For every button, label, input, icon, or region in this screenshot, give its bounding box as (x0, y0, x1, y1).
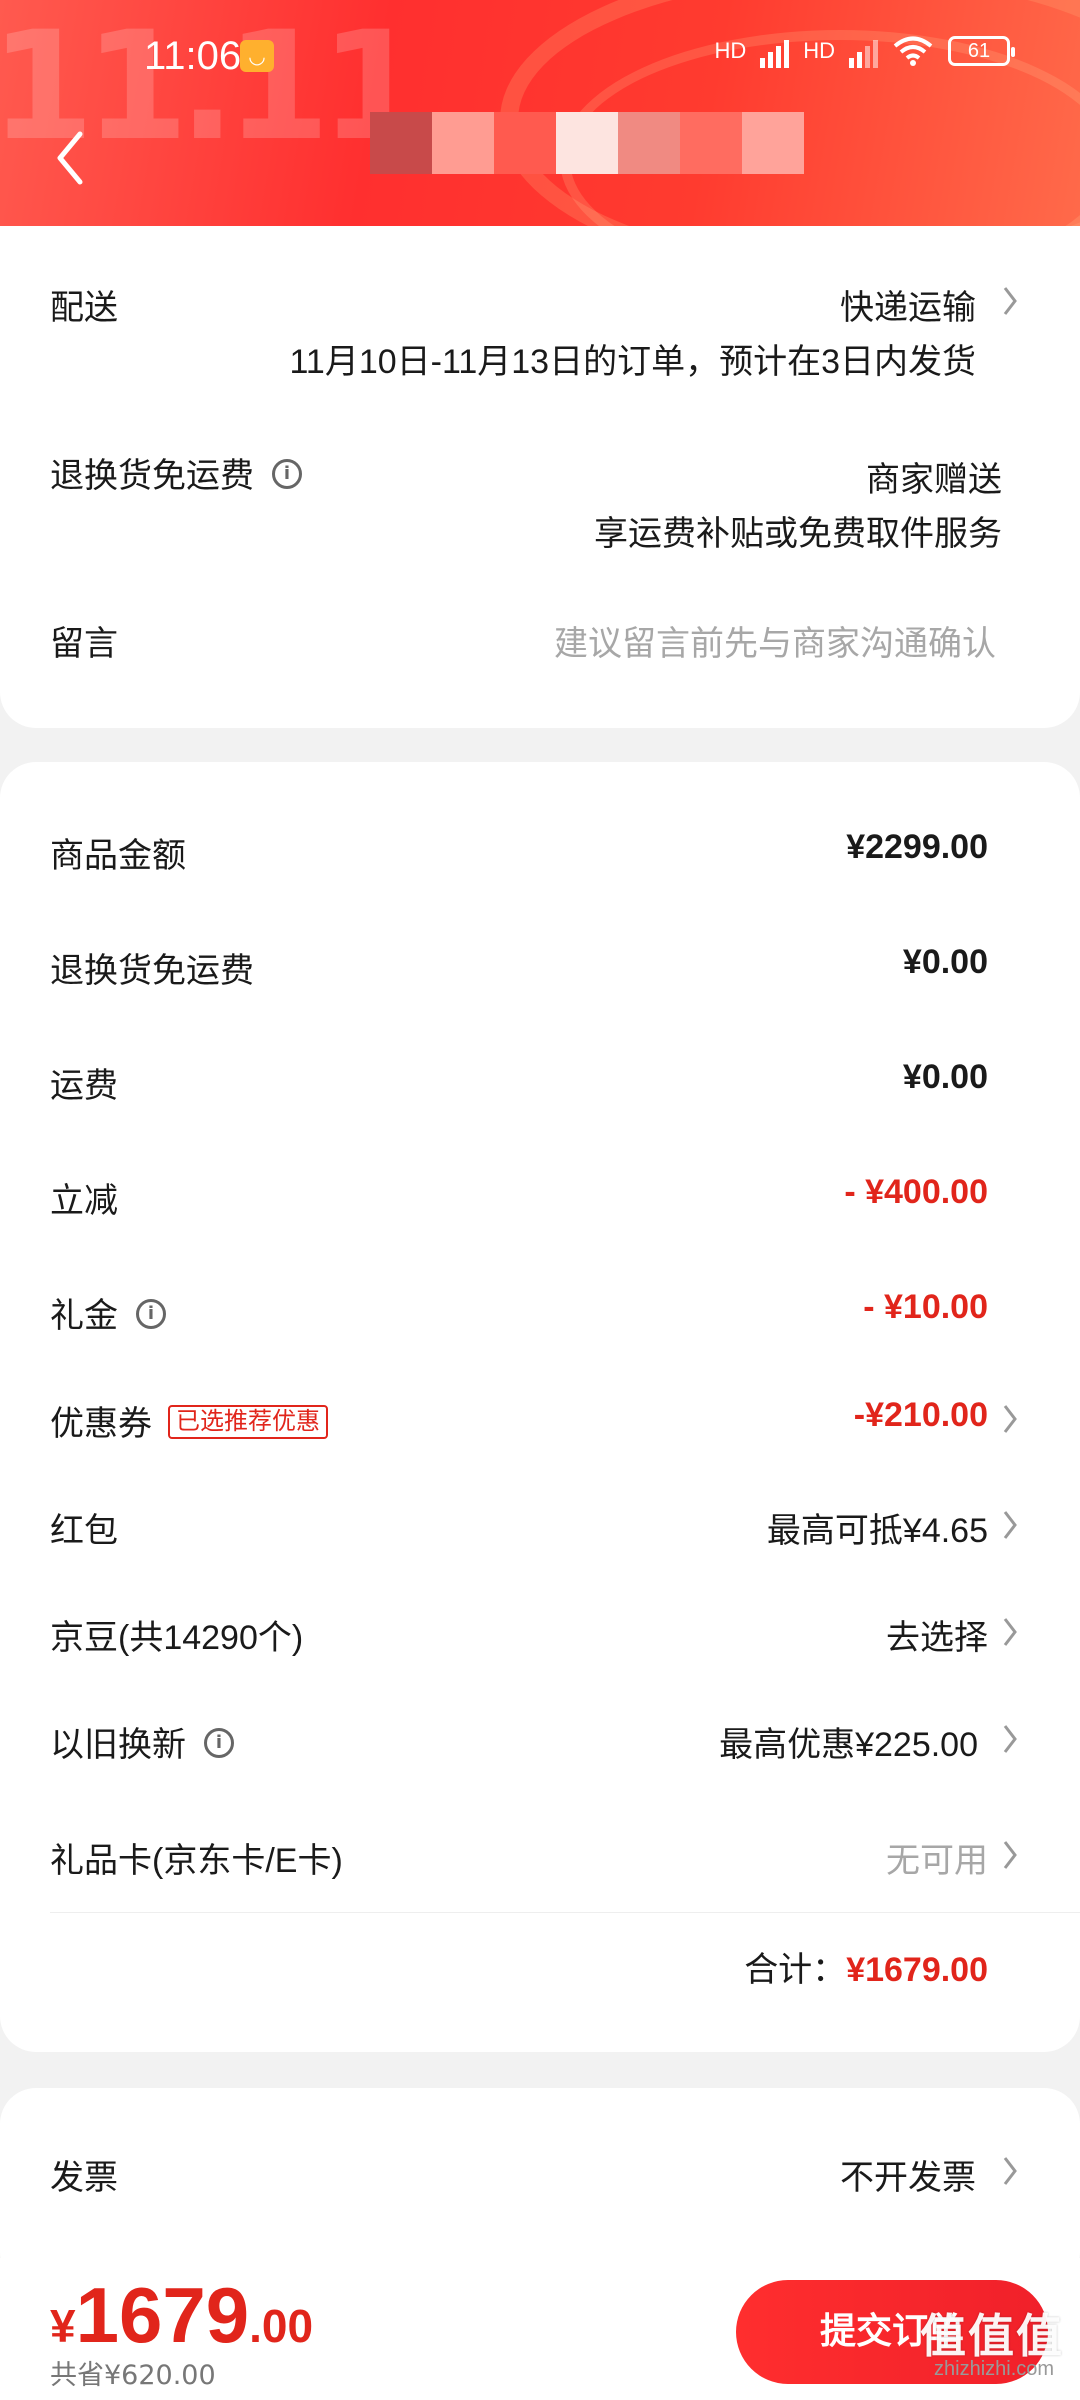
info-icon[interactable]: i (204, 1728, 234, 1759)
page-title-redacted (370, 112, 804, 174)
instant-discount-value: - ¥400.00 (844, 1173, 988, 1211)
coupon-row[interactable]: 优惠券 已选推荐优惠 (50, 1396, 328, 1445)
chevron-right-icon[interactable] (1000, 2154, 1020, 2188)
watermark-logo: 值值值 (920, 2309, 1064, 2363)
red-packet-value[interactable]: 最高可抵¥4.65 (767, 1503, 988, 1552)
coupon-label: 优惠券 (50, 1405, 152, 1443)
return-shipping-label: 退换货免运费 (50, 457, 254, 495)
wifi-icon (893, 36, 933, 66)
return-shipping-sub: 享运费补贴或免费取件服务 (594, 515, 1002, 553)
return-shipping-value: 商家赠送 (866, 461, 1002, 499)
trade-in-value[interactable]: 最高优惠¥225.00 (719, 1717, 978, 1766)
delivery-card: 配送 快递运输 11月10日-11月13日的订单，预计在3日内发货 退换货免运费… (0, 226, 1080, 728)
signal-icon (849, 34, 878, 68)
gift-money-row: 礼金 i (50, 1288, 166, 1337)
message-input[interactable]: 建议留言前先与商家沟通确认 (554, 616, 996, 665)
gift-money-value: - ¥10.00 (863, 1288, 988, 1326)
trade-in-row: 以旧换新 i (50, 1717, 234, 1766)
coupon-tag: 已选推荐优惠 (168, 1405, 328, 1440)
gift-card-label: 礼品卡(京东卡/E卡) (50, 1842, 343, 1880)
network-hd-label: HD (803, 38, 835, 63)
amount-card: 商品金额 ¥2299.00 退换货免运费 ¥0.00 运费 ¥0.00 立减 -… (0, 762, 1080, 2052)
return-fee-label: 退换货免运费 (50, 952, 254, 990)
gift-card-value[interactable]: 无可用 (886, 1833, 988, 1882)
delivery-label: 配送 (50, 289, 118, 327)
return-fee-value: ¥0.00 (902, 943, 988, 981)
invoice-value[interactable]: 不开发票 (840, 2150, 976, 2199)
jd-beans-value[interactable]: 去选择 (886, 1610, 988, 1659)
goods-amount-value: ¥2299.00 (846, 828, 988, 866)
total-row: 合计：¥1679.00 (744, 1942, 988, 1991)
invoice-label: 发票 (50, 2159, 118, 2197)
chevron-right-icon[interactable] (1000, 1508, 1020, 1542)
coupon-value[interactable]: -¥210.00 (854, 1396, 988, 1435)
chevron-right-icon[interactable] (1000, 1402, 1020, 1436)
goods-amount-label: 商品金额 (50, 837, 186, 875)
total-value: ¥1679.00 (846, 1951, 988, 1989)
total-label: 合计： (744, 1951, 847, 1989)
watermark-url: zhizhizhi.com (934, 2358, 1055, 2380)
divider (50, 1912, 1080, 1913)
bottom-total-price: ¥1679.00 (50, 2270, 313, 2361)
chevron-right-icon[interactable] (1000, 1722, 1020, 1756)
shipping-fee-label: 运费 (50, 1067, 118, 1105)
return-shipping-row: 退换货免运费 i (50, 448, 302, 497)
info-icon[interactable]: i (136, 1299, 166, 1330)
message-label: 留言 (50, 625, 118, 663)
saved-amount: 共省¥620.00 (50, 2360, 216, 2391)
chevron-right-icon[interactable] (1000, 1838, 1020, 1872)
price-integer: 1679 (75, 2271, 250, 2359)
chevron-right-icon[interactable] (1000, 1615, 1020, 1649)
delivery-method[interactable]: 快递运输 (840, 280, 976, 329)
network-hd-label: HD (714, 38, 747, 63)
battery-icon: 61 (948, 36, 1015, 66)
trade-in-label: 以旧换新 (50, 1726, 186, 1764)
delivery-note: 11月10日-11月13日的订单，预计在3日内发货 (289, 343, 976, 381)
jd-beans-label: 京豆(共14290个) (50, 1619, 304, 1657)
currency-symbol: ¥ (50, 2300, 76, 2352)
back-arrow-icon[interactable] (50, 128, 90, 188)
status-icons: HD HD 61 (714, 34, 1015, 68)
chevron-right-icon[interactable] (1000, 284, 1020, 318)
status-time: 11:06 (144, 34, 242, 78)
instant-discount-label: 立减 (50, 1182, 118, 1220)
red-packet-label: 红包 (50, 1512, 118, 1550)
notification-icon: ◡ (240, 40, 274, 72)
header-banner: 11.11 11:06 ◡ HD HD 61 (0, 0, 1080, 236)
signal-icon (760, 34, 790, 68)
price-decimal: .00 (249, 2300, 314, 2352)
info-icon[interactable]: i (272, 459, 302, 490)
shipping-fee-value: ¥0.00 (902, 1058, 988, 1096)
gift-money-label: 礼金 (50, 1297, 118, 1335)
